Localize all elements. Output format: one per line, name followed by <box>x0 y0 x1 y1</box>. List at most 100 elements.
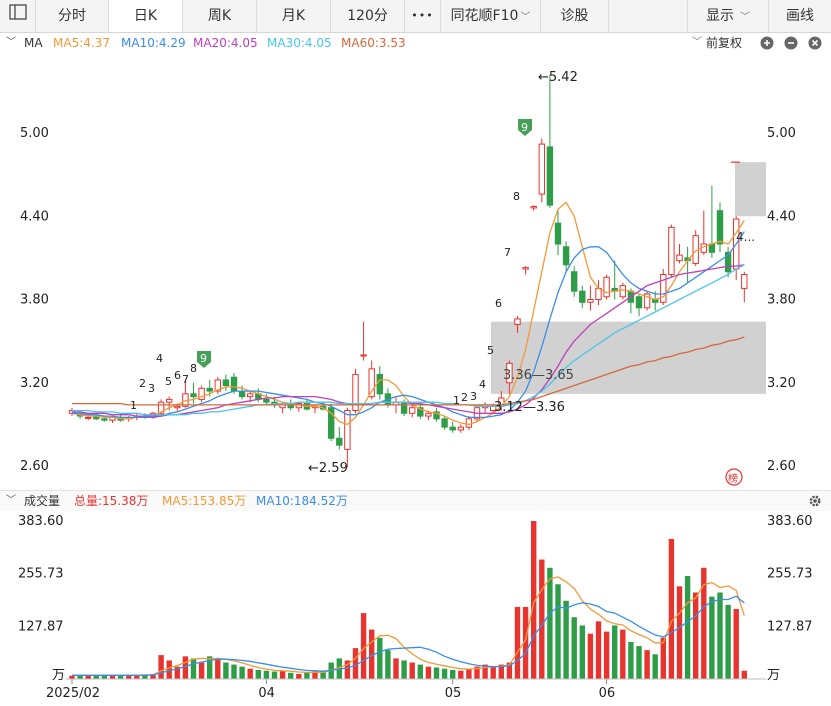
candle-down <box>222 379 230 387</box>
x-tick-label: 2025/02 <box>46 686 100 701</box>
candle-up <box>741 274 748 289</box>
count-label: 7 <box>504 246 511 259</box>
candle-down <box>579 290 586 303</box>
volume-ma10: MA10:184.52万 <box>256 494 348 508</box>
draw-line-button[interactable]: 画线 <box>769 0 831 32</box>
tab-intraday[interactable]: 分时 <box>36 0 109 32</box>
candle-down <box>101 418 108 421</box>
close-icon[interactable] <box>808 36 822 56</box>
volume-y-tick-left: 127.87 <box>18 619 64 634</box>
volume-y-tick-left: 万 <box>52 668 65 683</box>
panel-toggle-button[interactable] <box>0 0 36 32</box>
candle-down <box>571 271 578 292</box>
zoom-out-icon[interactable] <box>784 36 798 56</box>
y-tick-left: 3.20 <box>20 376 49 391</box>
volume-bar-down <box>555 584 561 679</box>
chevron-down-icon: ﹀ <box>740 12 750 23</box>
candle-up <box>676 254 683 262</box>
volume-bar-up <box>668 538 675 679</box>
candle-up <box>360 354 367 357</box>
candles-layer <box>68 74 748 468</box>
volume-bar-down <box>190 658 197 679</box>
collapse-icon[interactable]: ﹀ <box>6 491 16 511</box>
volume-bar-down <box>725 604 731 679</box>
y-tick-left: 2.60 <box>20 459 49 474</box>
candle-up <box>530 206 537 209</box>
tab-f10[interactable]: 同花顺F10 ﹀ <box>441 0 541 32</box>
tab-120min[interactable]: 120分 <box>331 0 405 32</box>
count-label: 2 <box>461 391 468 404</box>
volume-y-tick-left: 255.73 <box>18 567 64 582</box>
ma30-value: MA30:4.05 <box>267 36 332 50</box>
volume-bar-up <box>393 658 399 679</box>
volume-ma-layer <box>72 576 745 676</box>
volume-bar-up <box>595 621 602 679</box>
volume-bar-up <box>279 670 286 679</box>
zoom-in-icon[interactable] <box>760 36 774 56</box>
volume-bar-down <box>433 667 440 679</box>
volume-bar-up <box>296 674 302 679</box>
volume-bar-down <box>579 625 585 679</box>
volume-bar-up <box>741 670 747 679</box>
label-zone-lower: 3.12—3.36 <box>494 400 565 415</box>
candle-up <box>514 318 521 325</box>
volume-bar-down <box>304 672 310 679</box>
y-tick-left: 4.40 <box>20 209 49 224</box>
display-menu-label: 显示 <box>706 8 734 24</box>
zones-layer <box>491 161 766 394</box>
volume-total: 总量:15.38万 <box>74 494 149 508</box>
candle-up <box>619 285 626 298</box>
volume-y-tick-right: 255.73 <box>767 567 813 582</box>
candle-up <box>660 274 667 303</box>
candle-up <box>166 398 173 403</box>
candle-up <box>668 226 675 276</box>
tab-monthly[interactable]: 月K <box>257 0 331 32</box>
ma-legend: ﹀ MA MA5:4.37 MA10:4.29 MA20:4.05 MA30:4… <box>0 33 831 53</box>
display-menu-button[interactable]: 显示 ﹀ <box>687 0 769 32</box>
volume-bar-up <box>644 650 650 679</box>
count-label: 4 <box>156 352 163 365</box>
volume-bar-down <box>450 669 456 679</box>
count-label: 1 <box>130 399 137 412</box>
y-tick-left: 5.00 <box>20 126 49 141</box>
count-label: 5 <box>487 344 494 357</box>
more-periods-button[interactable]: ••• <box>405 0 441 32</box>
volume-bar-up <box>215 658 221 679</box>
candle-down <box>336 437 343 446</box>
price-candlestick-chart[interactable]: 5.00 5.00 4.40 4.40 3.80 3.80 3.20 3.20 2.60 2.60… <box>0 54 831 488</box>
volume-bar-up <box>587 633 594 679</box>
volume-bar-up <box>360 613 367 679</box>
count-label: 8 <box>513 190 520 203</box>
volume-y-tick-right: 383.60 <box>767 514 813 529</box>
volume-bar-up <box>425 666 432 679</box>
collapse-icon[interactable]: ﹀ <box>6 33 16 53</box>
ma20-value: MA20:4.05 <box>193 36 258 50</box>
panel-toggle-icon <box>8 0 27 32</box>
tab-daily[interactable]: 日K <box>109 0 183 32</box>
candle-down <box>554 222 562 245</box>
volume-bar-down <box>417 664 423 679</box>
tab-diagnose[interactable]: 诊股 <box>541 0 609 32</box>
candle-down <box>190 393 197 398</box>
count-label: 1 <box>453 394 460 407</box>
label-low-price: ←2.59 <box>308 461 348 476</box>
adjust-mode-select[interactable]: 前复权 <box>706 33 742 53</box>
tab-weekly[interactable]: 周K <box>183 0 257 32</box>
x-axis-ticks: 2025/02 04 05 06 <box>46 678 766 701</box>
ma5-value: MA5:4.37 <box>53 36 110 50</box>
volume-bar-down <box>263 670 270 679</box>
count-label: 3 <box>470 390 477 403</box>
candle-up <box>603 276 610 298</box>
candle-up <box>85 416 92 419</box>
candle-down <box>238 390 246 398</box>
volume-bar-chart[interactable]: 383.60 383.60 255.73 255.73 127.87 127.87 万 万 2… <box>0 511 831 706</box>
volume-bar-down <box>288 672 294 679</box>
x-tick-label: 05 <box>445 686 462 701</box>
volume-bars-layer <box>69 521 747 679</box>
y-tick-right: 2.60 <box>767 459 796 474</box>
volume-bar-up <box>620 629 626 679</box>
ma10-value: MA10:4.29 <box>121 36 186 50</box>
candle-up <box>538 143 545 195</box>
volume-ma5-line <box>72 576 745 676</box>
volume-bar-up <box>490 666 496 679</box>
